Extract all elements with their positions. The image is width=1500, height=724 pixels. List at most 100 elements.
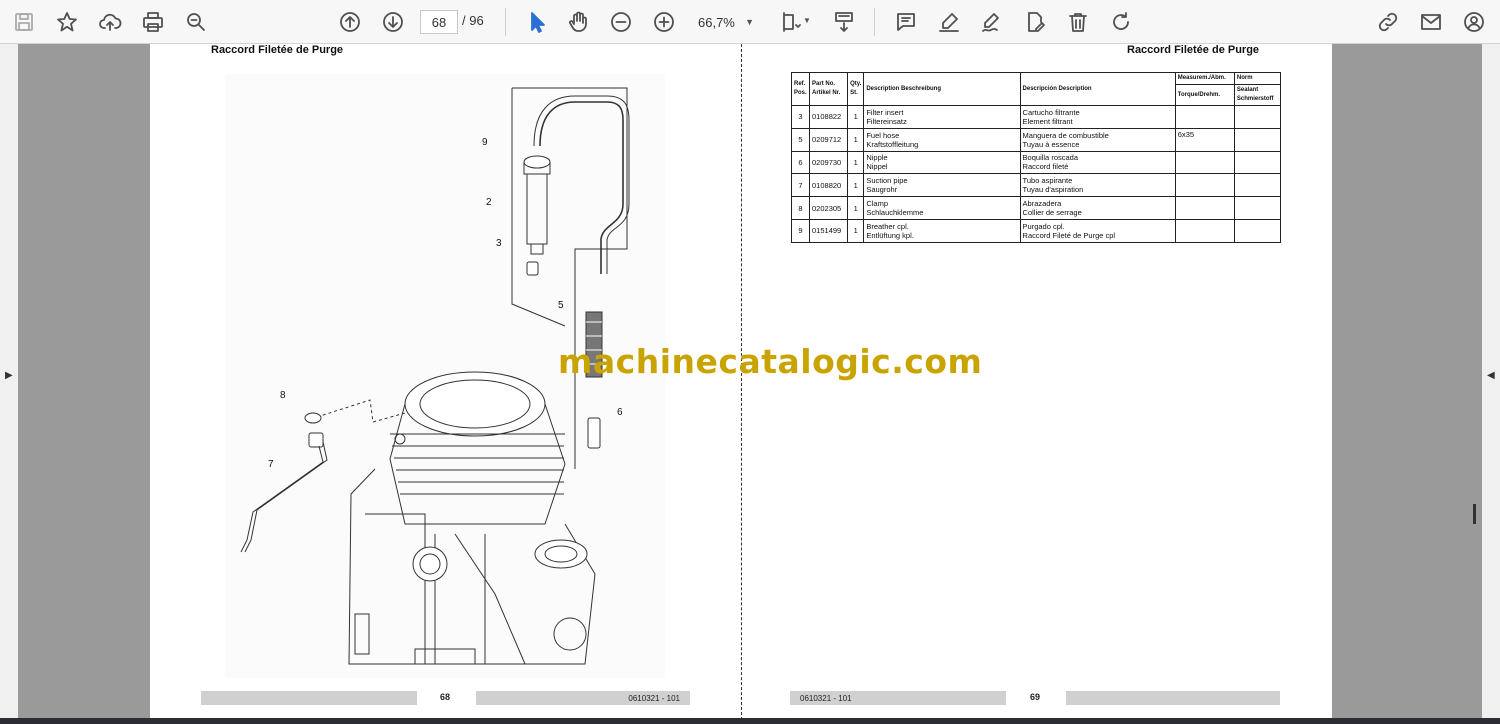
callout-5: 5	[558, 300, 564, 311]
col-measure: Measurem./Abm.	[1174, 72, 1235, 85]
col-ref: Ref. Pos.	[790, 72, 811, 106]
table-header-row: Ref. Pos. Part No. Artikel Nr. Qty. St. …	[790, 72, 1282, 106]
desc-es: Boquilla roscada	[1022, 153, 1078, 163]
table-row: 3 0108822 1 Filter insert Filtereinsatz Cartu…	[790, 105, 1282, 129]
cell-measure	[1174, 173, 1235, 198]
cell-desc-es-fr: Tubo aspirante Tuyau d'aspiration	[1019, 173, 1176, 198]
draw-signature-icon[interactable]	[976, 6, 1008, 38]
comment-icon[interactable]	[890, 6, 922, 38]
cell-norm	[1233, 196, 1282, 220]
callout-9: 9	[482, 137, 488, 148]
cell-part-no: 0108822	[809, 105, 849, 129]
email-icon[interactable]	[1415, 6, 1447, 38]
next-page-icon[interactable]	[377, 6, 409, 38]
trash-icon[interactable]	[1062, 6, 1094, 38]
desc-fr: Raccord Fileté de Purge cpl	[1022, 230, 1116, 240]
desc-en: Clamp	[866, 199, 888, 209]
search-zoom-icon[interactable]	[180, 6, 212, 38]
expand-left-icon: ◀	[1487, 370, 1495, 381]
desc-en: Fuel hose	[866, 130, 900, 140]
parts-table: Ref. Pos. Part No. Artikel Nr. Qty. St. …	[790, 72, 1282, 243]
edit-pdf-icon[interactable]	[1019, 6, 1051, 38]
desc-de: Schlauchklemme	[866, 208, 924, 218]
table-row: 5 0209712 1 Fuel hose Kraftstoffleitung Mangu…	[790, 127, 1282, 152]
cell-desc-es-fr: Purgado cpl. Raccord Fileté de Purge cpl	[1019, 218, 1176, 243]
callout-8: 8	[280, 390, 286, 401]
cell-desc-en-de: Suction pipe Saugrohr	[863, 173, 1021, 198]
col-desc-en-de: Description Beschreibung	[863, 72, 1021, 106]
pdf-toolbar: / 96 66,7% ▼ ▼	[0, 0, 1500, 44]
desc-de: Saugrohr	[866, 185, 898, 195]
cell-ref: 6	[790, 150, 811, 175]
desc-en: Suction pipe	[866, 176, 908, 186]
desc-en: Filter insert	[866, 107, 904, 117]
cell-ref: 5	[790, 127, 811, 152]
cell-part-no: 0209712	[809, 127, 849, 152]
document-viewer[interactable]: ▶ ◀ Raccord Filetée de Purge 9 2 3 5 8 6…	[0, 44, 1500, 724]
cell-norm	[1233, 173, 1282, 198]
highlight-pen-icon[interactable]	[933, 6, 965, 38]
hand-tool-icon[interactable]	[562, 6, 594, 38]
cell-desc-en-de: Breather cpl. Entlüftung kpl.	[863, 218, 1021, 243]
page-title: Raccord Filetée de Purge	[1127, 44, 1260, 56]
save-icon[interactable]	[8, 6, 40, 38]
user-account-icon[interactable]	[1458, 6, 1490, 38]
cell-part-no: 0202305	[809, 196, 849, 220]
cell-qty: 1	[847, 150, 865, 175]
table-row: 6 0209730 1 Nipple Nippel Boquilla roscada Rac…	[790, 150, 1282, 175]
zoom-level-dropdown[interactable]: 66,7% ▼	[692, 10, 758, 34]
cell-qty: 1	[847, 105, 865, 129]
watermark: machinecatalogic.com	[558, 342, 983, 381]
desc-de: Nippel	[866, 162, 888, 172]
desc-es: Abrazadera	[1022, 199, 1062, 209]
zoom-out-icon[interactable]	[605, 6, 637, 38]
right-panel-toggle[interactable]: ◀	[1482, 44, 1500, 724]
doc-code: 0610321 - 101	[800, 693, 852, 703]
desc-en: Nipple	[866, 153, 888, 163]
scroll-mode-icon[interactable]	[828, 6, 860, 38]
bookmark-star-icon[interactable]	[51, 6, 83, 38]
cell-norm	[1233, 105, 1282, 129]
upload-cloud-icon[interactable]	[94, 6, 126, 38]
cell-measure	[1174, 218, 1235, 243]
cell-qty: 1	[847, 196, 865, 220]
cell-norm	[1233, 127, 1282, 152]
desc-es: Tubo aspirante	[1022, 176, 1073, 186]
col-norm: Norm	[1233, 72, 1282, 85]
cell-desc-es-fr: Cartucho filtrante Element filtrant	[1019, 105, 1176, 129]
desc-en: Breather cpl.	[866, 221, 909, 231]
page-number: 68	[440, 692, 451, 702]
cell-ref: 8	[790, 196, 811, 220]
cell-desc-en-de: Nipple Nippel	[863, 150, 1021, 175]
cell-ref: 3	[790, 105, 811, 129]
footer-doc-code: 0610321 - 101	[476, 691, 690, 705]
chevron-down-icon[interactable]: ▼	[803, 16, 811, 25]
cell-measure	[1174, 150, 1235, 175]
desc-fr: Tuyau à essence	[1022, 139, 1080, 149]
footer-bar-left	[201, 691, 417, 705]
desc-fr: Tuyau d'aspiration	[1022, 185, 1084, 195]
page-number-input[interactable]	[420, 10, 458, 34]
page-68: Raccord Filetée de Purge 9 2 3 5 8 6 7 6…	[150, 44, 742, 720]
table-row: 8 0202305 1 Clamp Schlauchklemme Abrazadera Co…	[790, 196, 1282, 220]
footer-doc-code: 0610321 - 101	[790, 691, 1006, 705]
desc-fr: Element filtrant	[1022, 116, 1073, 126]
callout-6: 6	[617, 407, 623, 418]
select-cursor-icon[interactable]	[520, 6, 552, 38]
cell-desc-en-de: Fuel hose Kraftstoffleitung	[863, 127, 1021, 152]
col-qty: Qty. St.	[847, 72, 865, 106]
scrollbar-thumb[interactable]	[1473, 504, 1476, 524]
toolbar-divider	[505, 8, 506, 36]
desc-es: Manguera de combustible	[1022, 130, 1109, 140]
left-panel-toggle[interactable]: ▶	[0, 44, 18, 724]
redo-icon[interactable]	[1105, 6, 1137, 38]
zoom-in-icon[interactable]	[648, 6, 680, 38]
print-icon[interactable]	[137, 6, 169, 38]
cell-measure	[1174, 196, 1235, 220]
previous-page-icon[interactable]	[334, 6, 366, 38]
page-total-label: / 96	[462, 13, 484, 28]
share-link-icon[interactable]	[1372, 6, 1404, 38]
cell-part-no: 0151499	[809, 218, 849, 243]
cell-desc-es-fr: Abrazadera Collier de serrage	[1019, 196, 1176, 220]
cell-desc-es-fr: Boquilla roscada Raccord fileté	[1019, 150, 1176, 175]
